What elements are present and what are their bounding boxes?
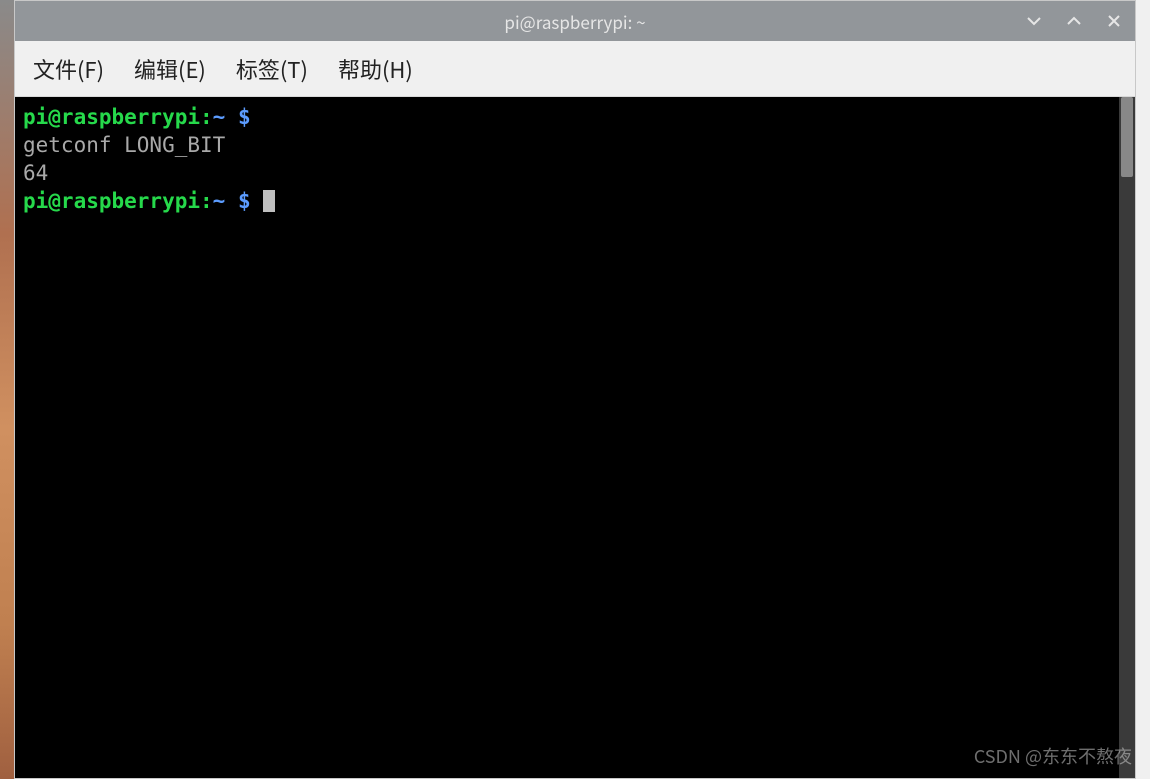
scrollbar[interactable] xyxy=(1119,97,1135,778)
window-title: pi@raspberrypi: ~ xyxy=(504,9,645,34)
menu-file[interactable]: 文件(F) xyxy=(33,53,104,85)
maximize-button[interactable] xyxy=(1063,10,1085,32)
minimize-button[interactable] xyxy=(1023,10,1045,32)
desktop-background-sliver xyxy=(0,0,14,779)
terminal-line: pi@raspberrypi:~ $ xyxy=(23,187,1113,215)
terminal-line: pi@raspberrypi:~ $ xyxy=(23,103,1113,131)
close-button[interactable] xyxy=(1103,10,1125,32)
menu-edit[interactable]: 编辑(E) xyxy=(134,53,206,85)
close-icon xyxy=(1106,13,1122,29)
window-controls xyxy=(1023,1,1125,41)
menu-tabs[interactable]: 标签(T) xyxy=(236,53,308,85)
terminal-cursor xyxy=(263,190,275,212)
terminal-area: pi@raspberrypi:~ $ getconf LONG_BIT64pi@… xyxy=(15,97,1135,778)
window-titlebar[interactable]: pi@raspberrypi: ~ xyxy=(15,1,1135,41)
terminal-window: pi@raspberrypi: ~ 文件(F) 编辑(E) 标签(T) 帮助(H… xyxy=(14,0,1136,779)
menubar: 文件(F) 编辑(E) 标签(T) 帮助(H) xyxy=(15,41,1135,97)
menu-help[interactable]: 帮助(H) xyxy=(338,53,413,85)
terminal-line: getconf LONG_BIT xyxy=(23,131,1113,159)
terminal-output[interactable]: pi@raspberrypi:~ $ getconf LONG_BIT64pi@… xyxy=(15,97,1119,778)
chevron-up-icon xyxy=(1066,13,1082,29)
scrollbar-thumb[interactable] xyxy=(1121,97,1133,177)
terminal-line: 64 xyxy=(23,159,1113,187)
chevron-down-icon xyxy=(1026,13,1042,29)
